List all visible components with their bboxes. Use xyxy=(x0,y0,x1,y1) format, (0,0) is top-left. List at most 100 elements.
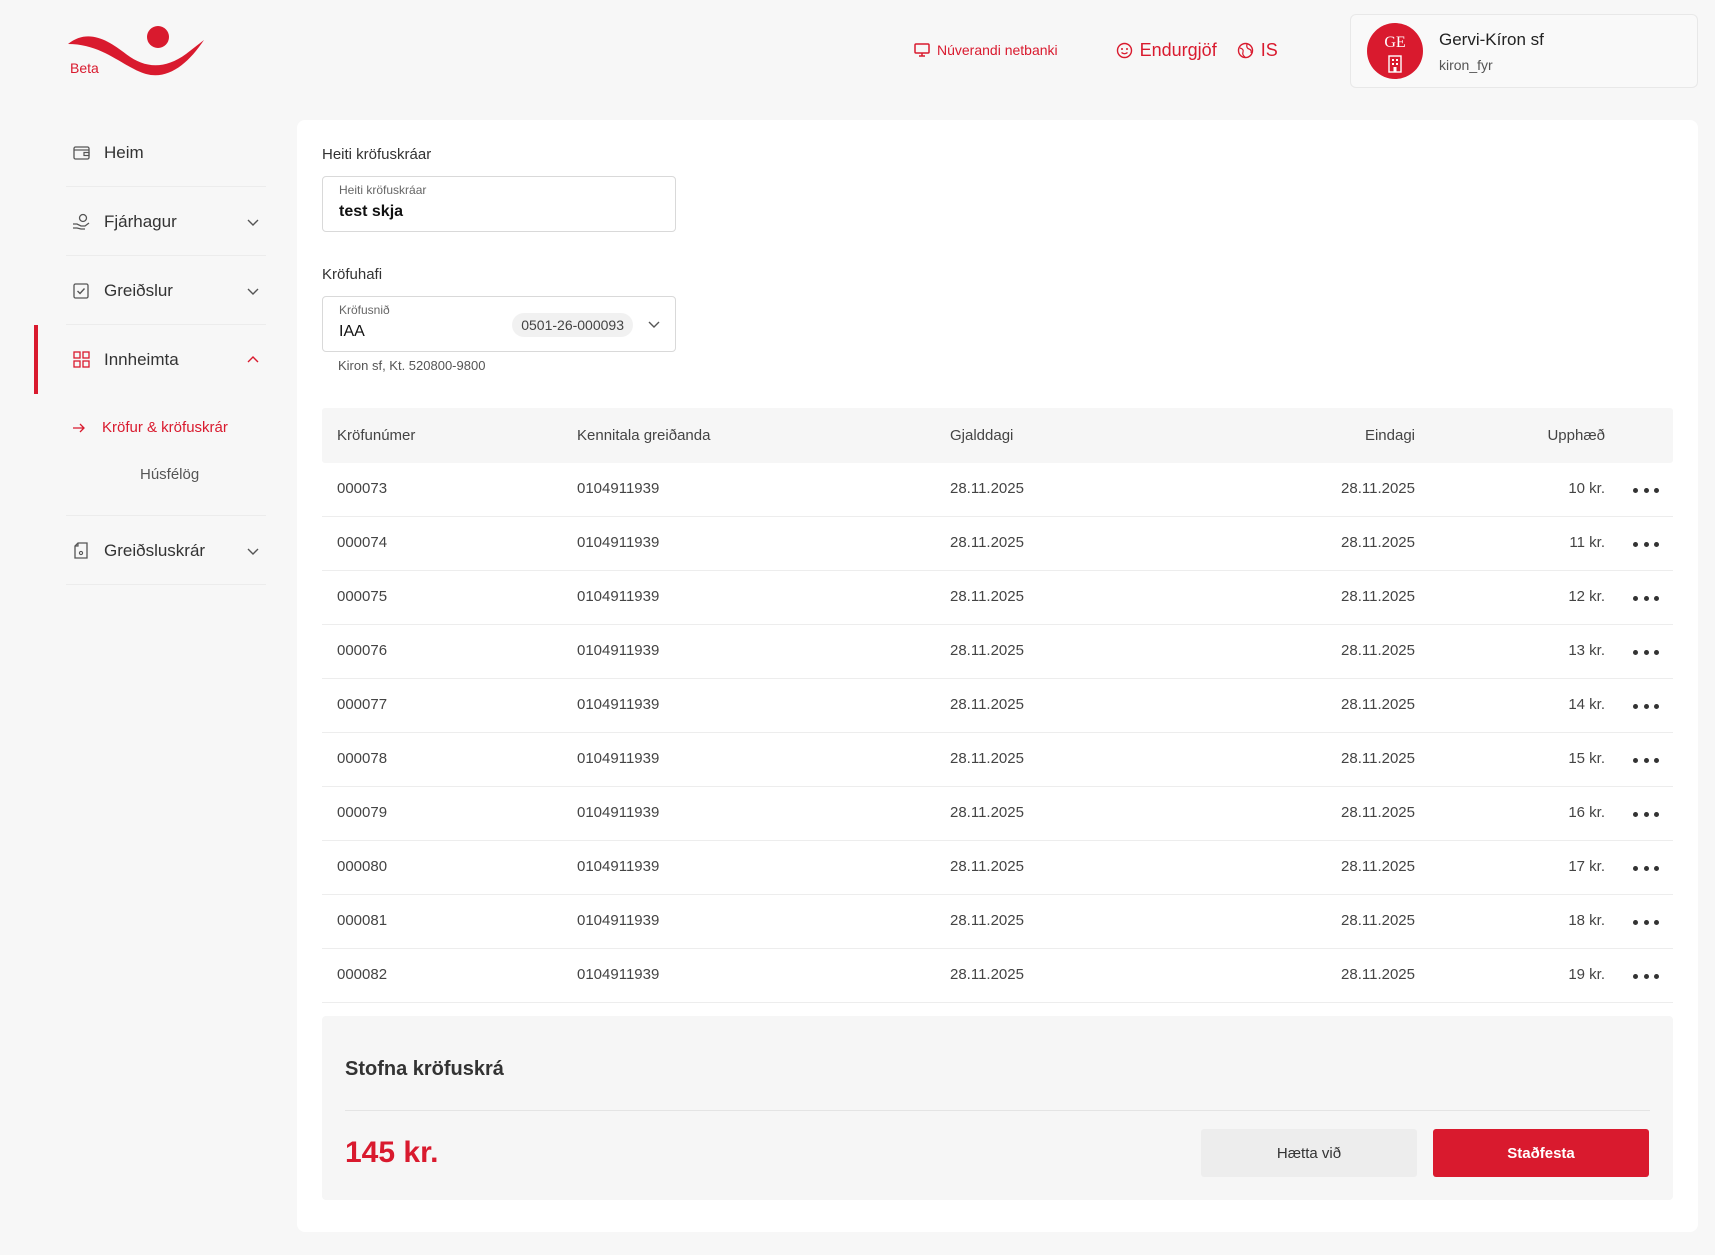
table-cell: 000077 xyxy=(337,696,388,713)
table-cell: 18 kr. xyxy=(1568,912,1605,929)
field-label: Kröfusnið xyxy=(339,303,390,317)
column-header: Kennitala greiðanda xyxy=(577,427,711,444)
table-row[interactable]: 000077 0104911939 28.11.2025 28.11.2025 14 k… xyxy=(322,679,1673,733)
more-options-icon[interactable] xyxy=(1633,968,1659,984)
confirm-button[interactable]: Staðfesta xyxy=(1433,1129,1649,1177)
table-cell: 0104911939 xyxy=(577,642,660,659)
sidebar-item-heim[interactable]: Heim xyxy=(34,118,266,187)
more-options-icon[interactable] xyxy=(1633,644,1659,660)
table-row[interactable]: 000082 0104911939 28.11.2025 28.11.2025 19 k… xyxy=(322,949,1673,1003)
more-options-icon[interactable] xyxy=(1633,914,1659,930)
table-cell: 000078 xyxy=(337,750,388,767)
wallet-icon xyxy=(72,144,90,162)
feedback-link[interactable]: Endurgjöf xyxy=(1116,40,1217,61)
total-amount: 145 kr. xyxy=(345,1136,439,1169)
current-bank-label: Núverandi netbanki xyxy=(937,42,1058,58)
template-id-badge: 0501-26-000093 xyxy=(512,313,633,337)
sidebar-item-innheimta[interactable]: Innheimta xyxy=(34,325,266,394)
table-cell: 28.11.2025 xyxy=(1341,534,1415,551)
claims-table: Kröfunúmer Kennitala greiðanda Gjalddagi… xyxy=(322,408,1673,1003)
avatar: GE xyxy=(1367,23,1423,79)
sidebar-subitem-husfelog[interactable]: Húsfélög xyxy=(34,451,266,498)
more-options-icon[interactable] xyxy=(1633,752,1659,768)
table-cell: 0104911939 xyxy=(577,480,660,497)
more-options-icon[interactable] xyxy=(1633,698,1659,714)
main-card: Heiti kröfuskráar Heiti kröfuskráar test… xyxy=(297,120,1698,1232)
smiley-icon xyxy=(1116,42,1132,58)
table-cell: 0104911939 xyxy=(577,966,660,983)
sidebar-subitem-label: Kröfur & kröfuskrár xyxy=(102,419,228,436)
sidebar-item-label: Greiðsluskrár xyxy=(104,540,206,560)
table-cell: 0104911939 xyxy=(577,534,660,551)
table-cell: 28.11.2025 xyxy=(1341,588,1415,605)
table-body: 000073 0104911939 28.11.2025 28.11.2025 10 k… xyxy=(322,463,1673,1003)
summary-panel: Stofna kröfuskrá 145 kr. Hætta við Staðf… xyxy=(322,1016,1673,1200)
table-cell: 28.11.2025 xyxy=(1341,642,1415,659)
table-row[interactable]: 000079 0104911939 28.11.2025 28.11.2025 16 k… xyxy=(322,787,1673,841)
table-cell: 28.11.2025 xyxy=(950,588,1024,605)
more-options-icon[interactable] xyxy=(1633,806,1659,822)
column-header: Kröfunúmer xyxy=(337,427,416,444)
chevron-down-icon xyxy=(247,548,259,555)
table-cell: 000081 xyxy=(337,912,388,929)
language-switcher[interactable]: IS xyxy=(1237,40,1278,61)
table-row[interactable]: 000073 0104911939 28.11.2025 28.11.2025 10 k… xyxy=(322,463,1673,517)
table-cell: 0104911939 xyxy=(577,750,660,767)
more-options-icon[interactable] xyxy=(1633,860,1659,876)
table-cell: 000080 xyxy=(337,858,388,875)
claimant-helper-text: Kiron sf, Kt. 520800-9800 xyxy=(338,358,486,373)
table-row[interactable]: 000078 0104911939 28.11.2025 28.11.2025 15 k… xyxy=(322,733,1673,787)
sidebar-item-label: Innheimta xyxy=(104,349,179,369)
sidebar-item-greidslur[interactable]: Greiðslur xyxy=(34,256,266,325)
table-cell: 000074 xyxy=(337,534,388,551)
column-header: Gjalddagi xyxy=(950,427,1014,444)
more-options-icon[interactable] xyxy=(1633,482,1659,498)
table-cell: 28.11.2025 xyxy=(1341,804,1415,821)
feedback-label: Endurgjöf xyxy=(1139,39,1217,60)
table-cell: 19 kr. xyxy=(1568,966,1605,983)
table-cell: 28.11.2025 xyxy=(1341,966,1415,983)
table-row[interactable]: 000076 0104911939 28.11.2025 28.11.2025 13 k… xyxy=(322,625,1673,679)
sidebar-subitem-krofur[interactable]: Kröfur & kröfuskrár xyxy=(34,404,266,451)
table-cell: 16 kr. xyxy=(1568,804,1605,821)
field-value: IAA xyxy=(339,323,365,340)
globe-icon xyxy=(1237,42,1253,58)
column-header: Eindagi xyxy=(1364,427,1415,444)
field-value: test skja xyxy=(339,203,404,220)
table-cell: 28.11.2025 xyxy=(950,534,1024,551)
table-row[interactable]: 000074 0104911939 28.11.2025 28.11.2025 11 k… xyxy=(322,517,1673,571)
table-cell: 28.11.2025 xyxy=(1341,750,1415,767)
avatar-initials: GE xyxy=(1384,34,1406,51)
table-cell: 000082 xyxy=(337,966,388,983)
more-options-icon[interactable] xyxy=(1633,590,1659,606)
table-cell: 17 kr. xyxy=(1568,858,1605,875)
brand-logo[interactable]: Beta xyxy=(68,24,208,80)
current-bank-link[interactable]: Núverandi netbanki xyxy=(914,42,1058,58)
cancel-button[interactable]: Hætta við xyxy=(1201,1129,1417,1177)
user-account-card[interactable]: GE Gervi-Kíron sf kiron_fyr xyxy=(1350,14,1698,88)
table-cell: 28.11.2025 xyxy=(950,642,1024,659)
table-row[interactable]: 000075 0104911939 28.11.2025 28.11.2025 12 k… xyxy=(322,571,1673,625)
hand-coin-icon xyxy=(72,213,90,231)
table-cell: 28.11.2025 xyxy=(950,804,1024,821)
more-options-icon[interactable] xyxy=(1633,536,1659,552)
name-section-label: Heiti kröfuskráar xyxy=(322,146,432,163)
sidebar-item-greidsluskrar[interactable]: Greiðsluskrár xyxy=(34,516,266,585)
user-name: Gervi-Kíron sf xyxy=(1439,29,1544,49)
table-row[interactable]: 000080 0104911939 28.11.2025 28.11.2025 17 k… xyxy=(322,841,1673,895)
beta-badge: Beta xyxy=(70,60,99,76)
sidebar-item-label: Fjárhagur xyxy=(104,211,177,231)
claim-template-select[interactable]: Kröfusnið IAA 0501-26-000093 xyxy=(322,296,676,352)
sidebar-item-fjarhagur[interactable]: Fjárhagur xyxy=(34,187,266,256)
table-cell: 0104911939 xyxy=(577,804,660,821)
table-cell: 000076 xyxy=(337,642,388,659)
table-row[interactable]: 000081 0104911939 28.11.2025 28.11.2025 18 k… xyxy=(322,895,1673,949)
monitor-icon xyxy=(914,43,930,57)
claim-file-name-input[interactable]: Heiti kröfuskráar test skja xyxy=(322,176,676,232)
table-cell: 28.11.2025 xyxy=(950,750,1024,767)
chevron-up-icon xyxy=(247,355,259,362)
chevron-down-icon xyxy=(648,321,660,328)
table-cell: 28.11.2025 xyxy=(950,858,1024,875)
table-cell: 28.11.2025 xyxy=(950,480,1024,497)
table-cell: 28.11.2025 xyxy=(1341,696,1415,713)
